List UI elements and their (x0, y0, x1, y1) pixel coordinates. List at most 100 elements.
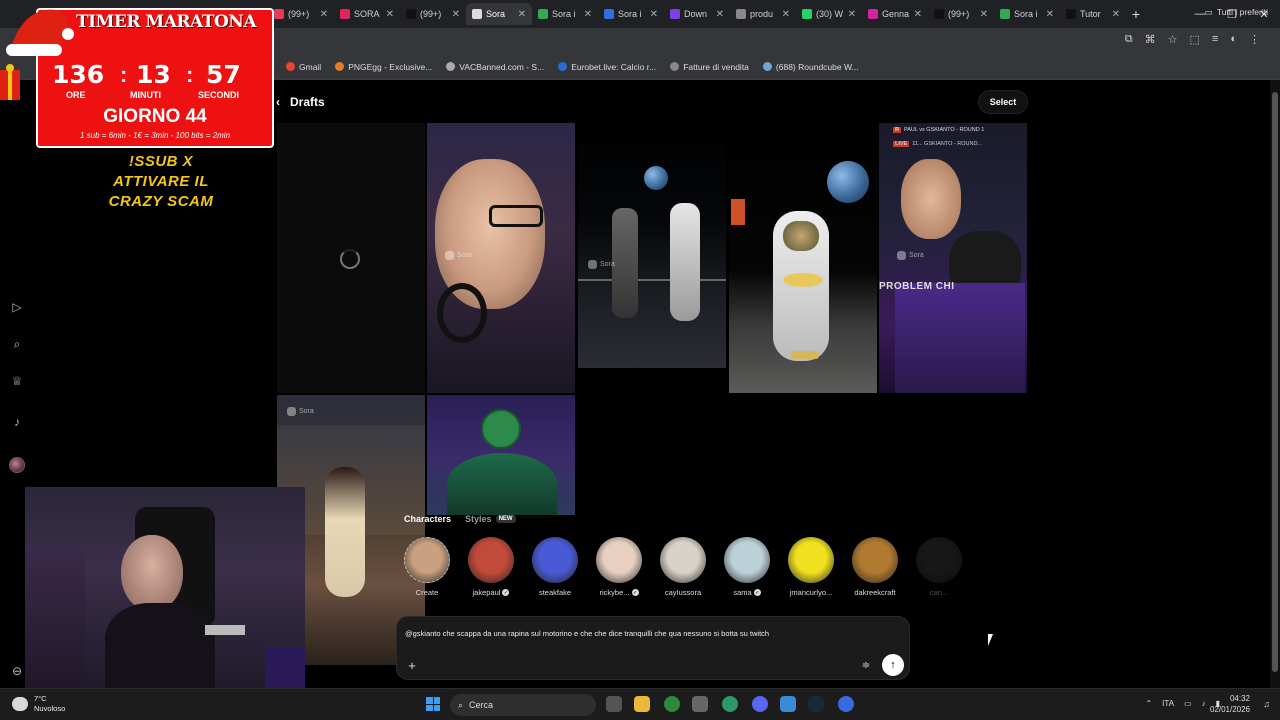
trophy-nav-icon[interactable]: ♕ (10, 374, 24, 388)
page-scrollbar[interactable] (1270, 80, 1280, 688)
bookmark-item[interactable]: PNGEgg - Exclusive... (335, 62, 432, 72)
character-item[interactable]: sama ✓ (717, 537, 777, 597)
browser-tab[interactable]: (99+) ✕ (928, 3, 994, 25)
notifications-nav-icon[interactable]: ♪ (10, 415, 24, 429)
character-item[interactable]: jmancurlyo... (781, 537, 841, 597)
extensions-icon[interactable]: ⬚ (1190, 33, 1200, 46)
tab-close-icon[interactable]: ✕ (386, 9, 394, 20)
tab-close-icon[interactable]: ✕ (584, 9, 592, 20)
browser-tab[interactable]: Tutor ✕ (1060, 3, 1126, 25)
profile-icon[interactable]: ◐ (1230, 33, 1237, 46)
hours-label: ORE (66, 90, 86, 100)
select-button[interactable]: Select (978, 90, 1028, 114)
chrome-icon[interactable] (664, 696, 680, 712)
start-button[interactable] (426, 697, 440, 711)
browser-tab[interactable]: SORA ✕ (334, 3, 400, 25)
system-tray: ⌃ ITA ▭ ♪ ▮ (1145, 699, 1220, 708)
character-item[interactable]: steakfake (525, 537, 585, 597)
video-nav-icon[interactable]: ▷ (10, 300, 24, 314)
browser-tab[interactable]: produ ✕ (730, 3, 796, 25)
discord-icon[interactable] (752, 696, 768, 712)
character-avatar (596, 537, 642, 583)
volume-icon[interactable]: ♪ (1202, 699, 1206, 708)
add-media-icon[interactable]: + (405, 658, 419, 673)
more-nav-icon[interactable]: ⊖ (10, 664, 24, 678)
app-icon[interactable] (838, 696, 854, 712)
app-icon[interactable] (780, 696, 796, 712)
tab-styles[interactable]: Styles NEW (465, 514, 516, 524)
browser-tab[interactable]: (99+) ✕ (400, 3, 466, 25)
draft-tile[interactable]: Sora (427, 123, 575, 393)
bookmark-item[interactable]: Eurobet.live: Calcio r... (558, 62, 656, 72)
tab-label: Sora (486, 9, 506, 19)
install-app-icon[interactable]: ⧉ (1125, 33, 1133, 46)
all-bookmarks[interactable]: ▭ Tutti i preferiti (1205, 7, 1268, 18)
draft-tile[interactable] (729, 123, 877, 393)
bookmark-item[interactable]: Fatture di vendita (670, 62, 749, 72)
chevron-up-icon[interactable]: ⌃ (1145, 699, 1152, 708)
bookmark-item[interactable]: (688) Roundcube W... (762, 62, 859, 72)
send-button[interactable]: ↑ (882, 654, 904, 676)
language-indicator[interactable]: ITA (1162, 699, 1174, 708)
network-icon[interactable]: ▭ (1184, 699, 1192, 708)
bookmark-item[interactable]: VACBanned.com - S... (446, 62, 544, 72)
profile-avatar[interactable] (9, 457, 25, 473)
taskbar-search[interactable]: ⌕ Cerca (450, 694, 596, 716)
character-item[interactable]: Create (397, 537, 457, 597)
bookmark-star-icon[interactable]: ☆ (1168, 33, 1178, 46)
characters-tabs: Characters Styles NEW (404, 514, 516, 524)
app-icon[interactable] (692, 696, 708, 712)
tab-label: produ (750, 9, 774, 19)
draft-tile[interactable]: Sora (578, 123, 726, 368)
new-tab-icon[interactable]: + (1126, 6, 1146, 22)
browser-tab[interactable]: Genna ✕ (862, 3, 928, 25)
settings-sliders-icon[interactable]: ≑ (859, 658, 873, 672)
tab-close-icon[interactable]: ✕ (1046, 9, 1054, 20)
sora-watermark: Sora (897, 251, 924, 260)
character-item[interactable]: dakreekcraft (845, 537, 905, 597)
tab-close-icon[interactable]: ✕ (452, 9, 460, 20)
tab-close-icon[interactable]: ✕ (320, 9, 328, 20)
bookmark-favicon-icon (286, 62, 295, 71)
draft-tile[interactable] (427, 395, 575, 515)
tab-close-icon[interactable]: ✕ (716, 9, 724, 20)
menu-icon[interactable]: ⋮ (1249, 33, 1260, 46)
draft-tile-loading[interactable] (277, 123, 425, 393)
character-item[interactable]: can... (909, 537, 969, 597)
tab-close-icon[interactable]: ✕ (980, 9, 988, 20)
tab-close-icon[interactable]: ✕ (914, 9, 922, 20)
bookmark-item[interactable]: Gmail (286, 62, 321, 72)
tab-close-icon[interactable]: ✕ (650, 9, 658, 20)
browser-tab[interactable]: Sora i ✕ (598, 3, 664, 25)
character-item[interactable]: jakepaul ✓ (461, 537, 521, 597)
task-view-icon[interactable] (606, 696, 622, 712)
prompt-input[interactable]: @gskianto che scappa da una rapina sul m… (405, 629, 900, 638)
clock[interactable]: 04:32 02/01/2026 (1210, 693, 1250, 715)
back-arrow-icon[interactable]: ‹ (276, 95, 280, 109)
reading-list-icon[interactable]: ≡ (1212, 33, 1218, 46)
character-item[interactable]: rickybe... ✓ (589, 537, 649, 597)
draft-tile[interactable]: R PAUL vs GSKIANTO - ROUND 1 LIVE 11... GS… (879, 123, 1027, 393)
tab-characters[interactable]: Characters (404, 514, 451, 524)
verified-icon: ✓ (631, 589, 639, 596)
browser-tab[interactable]: Sora ✕ (466, 3, 532, 25)
app-icon[interactable] (722, 696, 738, 712)
file-explorer-icon[interactable] (634, 696, 650, 712)
tab-close-icon[interactable]: ✕ (848, 9, 856, 20)
tab-close-icon[interactable]: ✕ (518, 9, 526, 20)
tab-close-icon[interactable]: ✕ (1112, 9, 1120, 20)
browser-tab[interactable]: (99+) ✕ (268, 3, 334, 25)
browser-tab[interactable]: Down ✕ (664, 3, 730, 25)
character-name: Create (415, 588, 439, 597)
character-item[interactable]: cayIussora (653, 537, 713, 597)
weather-widget[interactable]: 7°C Nuvoloso (12, 694, 65, 714)
translate-icon[interactable]: ⌘ (1145, 33, 1156, 46)
browser-tab[interactable]: Sora i ✕ (994, 3, 1060, 25)
steam-icon[interactable] (808, 696, 824, 712)
notification-bell-icon[interactable]: ♫ (1263, 699, 1270, 709)
search-nav-icon[interactable]: ⌕ (10, 337, 24, 351)
browser-tab[interactable]: (30) W ✕ (796, 3, 862, 25)
tab-close-icon[interactable]: ✕ (782, 9, 790, 20)
browser-tab[interactable]: Sora i ✕ (532, 3, 598, 25)
character-name: rickybe... ✓ (599, 588, 639, 597)
